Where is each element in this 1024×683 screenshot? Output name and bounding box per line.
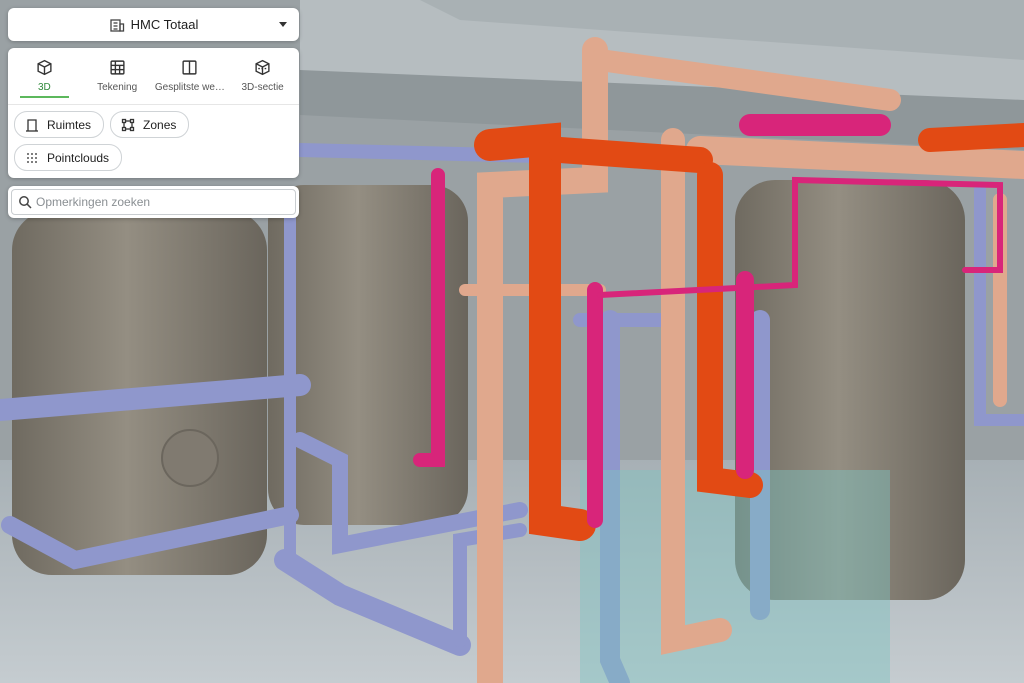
zones-button[interactable]: Zones <box>110 111 190 138</box>
model-selector[interactable]: HMC Totaal <box>8 8 299 41</box>
cube-icon <box>36 59 53 82</box>
tab-tekening[interactable]: Tekening <box>81 48 154 104</box>
chevron-down-icon[interactable] <box>279 22 287 27</box>
tab-label: Tekening <box>97 82 138 93</box>
tab-3d[interactable]: 3D <box>8 48 81 104</box>
model-title: HMC Totaal <box>130 17 199 32</box>
search-icon <box>18 195 32 209</box>
cube-section-icon <box>254 59 271 82</box>
building-icon <box>109 17 125 33</box>
search-input[interactable] <box>32 195 295 209</box>
zone-volume <box>580 470 890 683</box>
view-panel: 3D Tekening Gesplitste we… 3D-sectie Rui… <box>8 48 299 178</box>
room-icon <box>25 118 47 132</box>
zones-icon <box>121 118 143 132</box>
search-panel <box>8 186 299 218</box>
tab-3d-section[interactable]: 3D-sectie <box>226 48 299 104</box>
zones-label: Zones <box>143 117 177 132</box>
pointclouds-button[interactable]: Pointclouds <box>14 144 123 171</box>
split-view-icon <box>181 59 198 82</box>
pointcloud-icon <box>25 151 47 165</box>
tab-label: 3D <box>37 82 51 93</box>
filter-chips: Ruimtes Zones Pointclouds <box>8 105 299 171</box>
search-box <box>11 189 296 215</box>
rooms-label: Ruimtes <box>47 117 92 132</box>
view-tabs: 3D Tekening Gesplitste we… 3D-sectie <box>8 48 299 105</box>
blueprint-icon <box>109 59 126 82</box>
pointclouds-label: Pointclouds <box>47 150 110 165</box>
rooms-button[interactable]: Ruimtes <box>14 111 105 138</box>
tab-label: 3D-sectie <box>241 82 284 93</box>
tab-label: Gesplitste we… <box>154 82 225 93</box>
tab-split-view[interactable]: Gesplitste we… <box>154 48 227 104</box>
